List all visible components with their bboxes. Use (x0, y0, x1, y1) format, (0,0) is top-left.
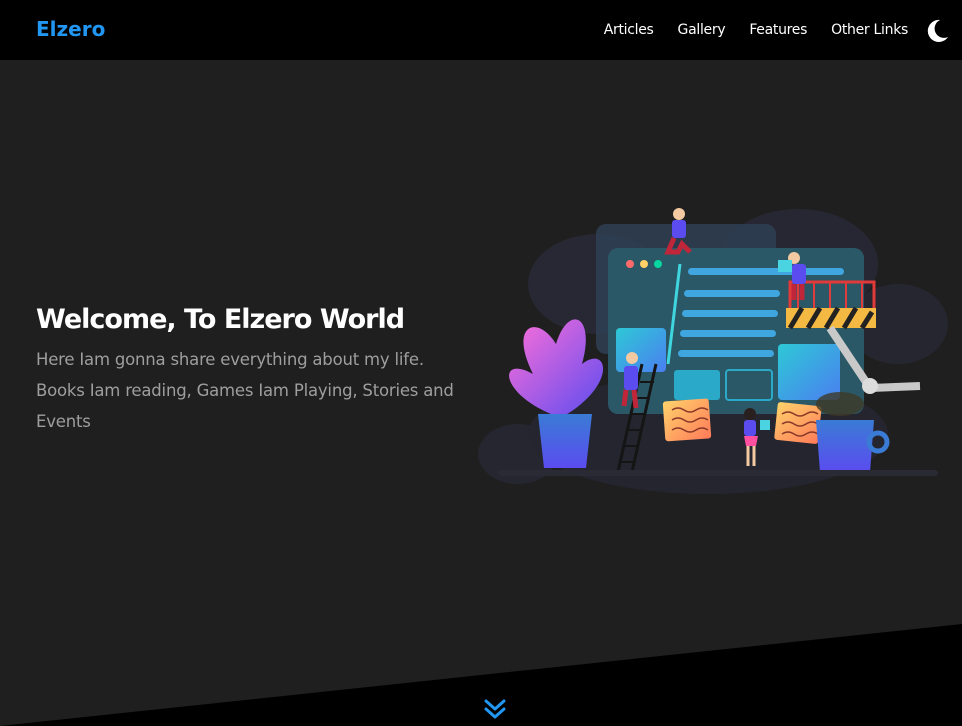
main-nav: Articles Gallery Features Other Links (604, 22, 909, 38)
double-chevron-down-icon[interactable] (482, 696, 508, 722)
nav-link-other-links[interactable]: Other Links (831, 22, 908, 38)
hero-text-block: Welcome, To Elzero World Here Iam gonna … (36, 302, 456, 437)
hero-title: Welcome, To Elzero World (36, 304, 405, 335)
nav-link-articles[interactable]: Articles (604, 22, 654, 38)
moon-icon[interactable] (924, 18, 950, 44)
hero-section: Welcome, To Elzero World Here Iam gonna … (0, 62, 962, 726)
logo-link[interactable]: Elzero (36, 17, 105, 41)
nav-link-gallery[interactable]: Gallery (678, 22, 726, 38)
nav-link-features[interactable]: Features (749, 22, 807, 38)
site-header: Elzero Articles Gallery Features Other L… (0, 0, 962, 62)
hero-description: Here Iam gonna share everything about my… (36, 350, 454, 431)
hero-illustration (478, 208, 948, 494)
